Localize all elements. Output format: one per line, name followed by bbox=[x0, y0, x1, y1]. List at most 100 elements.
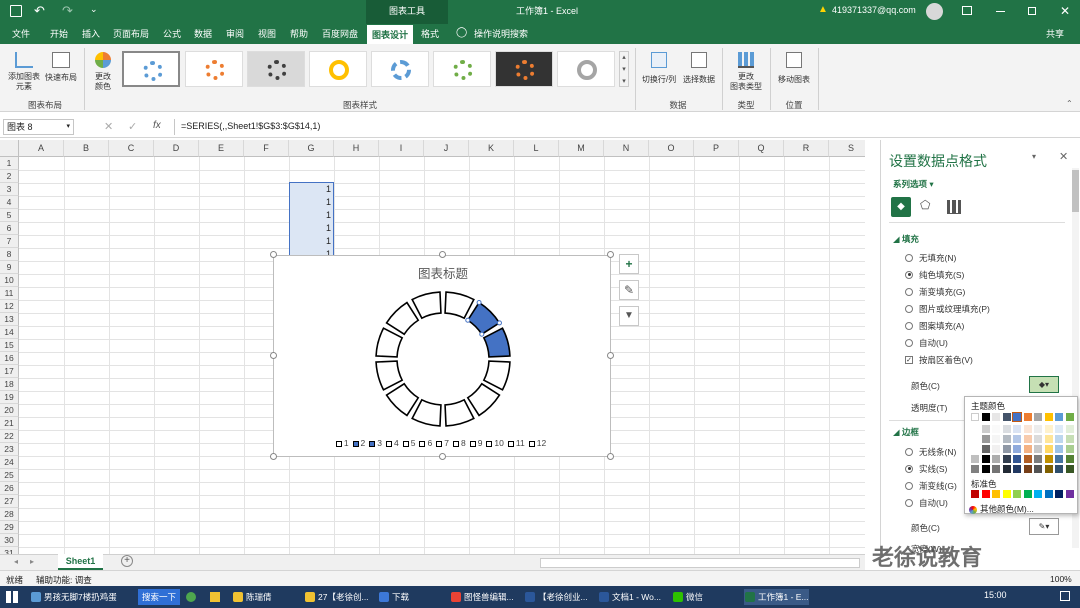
chart-elements-button[interactable]: + bbox=[619, 254, 639, 274]
move-chart-button[interactable]: 移动图表 bbox=[774, 50, 814, 96]
legend-item[interactable]: 1 bbox=[335, 438, 349, 448]
donut-segment-10[interactable] bbox=[375, 327, 404, 358]
standard-color-swatch[interactable] bbox=[992, 490, 1000, 498]
row-header[interactable]: 20 bbox=[0, 404, 19, 417]
theme-color-swatch[interactable] bbox=[1023, 465, 1032, 473]
standard-color-swatch[interactable] bbox=[1034, 490, 1042, 498]
chart-legend[interactable]: 1 2 3 4 5 6 7 8 9 10 11 12 bbox=[274, 438, 612, 448]
theme-color-swatch[interactable] bbox=[981, 465, 990, 473]
cell-g-value[interactable]: 1 bbox=[289, 196, 334, 209]
more-colors-option[interactable]: 其他颜色(M)... bbox=[969, 503, 1034, 515]
row-header[interactable]: 2 bbox=[0, 170, 19, 183]
taskbar-item-5[interactable]: 【老徐创业... bbox=[524, 589, 588, 605]
theme-color-swatch[interactable] bbox=[1055, 465, 1063, 473]
theme-color-swatch[interactable] bbox=[1044, 445, 1053, 453]
standard-color-swatch[interactable] bbox=[1002, 490, 1011, 498]
ribbon-display-icon[interactable] bbox=[962, 6, 972, 15]
theme-color-swatch[interactable] bbox=[1065, 413, 1074, 421]
border-color-button[interactable]: ✎▾ bbox=[1029, 518, 1059, 535]
taskbar-item-6[interactable]: 文档1 - Wo... bbox=[598, 589, 661, 605]
donut-segment-12[interactable] bbox=[411, 291, 442, 320]
row-header[interactable]: 27 bbox=[0, 495, 19, 508]
chart-handle[interactable] bbox=[270, 453, 277, 460]
theme-color-swatch[interactable] bbox=[1055, 435, 1063, 443]
row-header[interactable]: 28 bbox=[0, 508, 19, 521]
row-header[interactable]: 18 bbox=[0, 378, 19, 391]
chart-style-1[interactable] bbox=[122, 51, 180, 87]
point-selection-handle[interactable] bbox=[465, 317, 471, 323]
theme-color-swatch[interactable] bbox=[1013, 435, 1021, 443]
legend-item[interactable]: 5 bbox=[402, 438, 415, 448]
undo-icon[interactable]: ↶ bbox=[34, 3, 45, 19]
series-options-dropdown[interactable]: 系列选项 ▾ bbox=[893, 178, 934, 190]
legend-item[interactable]: 12 bbox=[528, 438, 546, 448]
tab-view[interactable]: 视图 bbox=[258, 27, 276, 40]
column-header[interactable]: C bbox=[109, 140, 154, 157]
legend-item[interactable]: 4 bbox=[386, 438, 399, 448]
row-header[interactable]: 10 bbox=[0, 274, 19, 287]
donut-segment-5[interactable] bbox=[466, 382, 501, 417]
legend-item[interactable]: 11 bbox=[507, 438, 525, 448]
theme-color-swatch[interactable] bbox=[992, 413, 1000, 421]
add-sheet-icon[interactable]: + bbox=[121, 555, 133, 567]
border-section-header[interactable]: ◢ 边框 bbox=[893, 426, 919, 438]
tab-help[interactable]: 帮助 bbox=[290, 27, 308, 40]
series-options-tab-icon[interactable] bbox=[947, 200, 961, 214]
theme-color-swatch[interactable] bbox=[1013, 425, 1021, 433]
column-header[interactable]: N bbox=[604, 140, 649, 157]
standard-color-swatch[interactable] bbox=[981, 490, 990, 498]
row-header[interactable]: 1 bbox=[0, 157, 19, 170]
theme-color-swatch[interactable] bbox=[1023, 435, 1032, 443]
chart-style-2[interactable] bbox=[185, 51, 243, 87]
tab-data[interactable]: 数据 bbox=[194, 27, 212, 40]
no-fill-option[interactable]: 无填充(N) bbox=[905, 252, 956, 264]
redo-icon[interactable]: ↷ bbox=[62, 3, 73, 19]
theme-color-swatch[interactable] bbox=[1055, 455, 1063, 463]
horizontal-scrollbar[interactable] bbox=[540, 558, 860, 568]
theme-color-swatch[interactable] bbox=[1055, 445, 1063, 453]
tab-file[interactable]: 文件 bbox=[12, 27, 30, 40]
fill-line-tab[interactable]: ◆ bbox=[891, 197, 911, 217]
legend-item[interactable]: 7 bbox=[436, 438, 449, 448]
chart-handle[interactable] bbox=[607, 251, 614, 258]
chart-handle[interactable] bbox=[439, 251, 446, 258]
theme-color-swatch[interactable] bbox=[1055, 413, 1063, 421]
theme-color-swatch[interactable] bbox=[971, 435, 979, 443]
donut-segment-4[interactable] bbox=[482, 360, 511, 391]
standard-color-swatch[interactable] bbox=[1055, 490, 1063, 498]
theme-color-swatch[interactable] bbox=[1044, 413, 1053, 421]
theme-color-swatch[interactable] bbox=[1034, 445, 1042, 453]
legend-item[interactable]: 2 bbox=[352, 438, 365, 448]
donut-segment-11[interactable] bbox=[385, 301, 420, 336]
save-icon[interactable] bbox=[10, 5, 22, 17]
theme-color-swatch[interactable] bbox=[1065, 435, 1074, 443]
theme-color-swatch[interactable] bbox=[1023, 445, 1032, 453]
chart-handle[interactable] bbox=[270, 352, 277, 359]
row-header[interactable]: 11 bbox=[0, 287, 19, 300]
styles-scroll[interactable]: ▴ ▾ ▾ bbox=[619, 51, 629, 87]
theme-color-swatch[interactable] bbox=[1002, 413, 1011, 421]
theme-color-swatch[interactable] bbox=[1034, 435, 1042, 443]
tab-format[interactable]: 格式 bbox=[421, 27, 439, 40]
donut-segment-2[interactable] bbox=[466, 301, 501, 336]
theme-color-swatch[interactable] bbox=[992, 435, 1000, 443]
gradient-fill-option[interactable]: 渐变填充(G) bbox=[905, 286, 965, 298]
point-selection-handle[interactable] bbox=[476, 300, 482, 306]
row-header[interactable]: 16 bbox=[0, 352, 19, 365]
theme-color-swatch[interactable] bbox=[971, 425, 979, 433]
name-box[interactable]: 图表 8 ▾ bbox=[3, 119, 74, 135]
tab-baidu-netdisk[interactable]: 百度网盘 bbox=[322, 27, 358, 40]
fill-color-button[interactable]: ◆▾ bbox=[1029, 376, 1059, 393]
column-header[interactable]: P bbox=[694, 140, 739, 157]
theme-color-swatch[interactable] bbox=[1065, 445, 1074, 453]
row-header[interactable]: 9 bbox=[0, 261, 19, 274]
qat-customize-icon[interactable]: ⌄ bbox=[90, 4, 98, 15]
next-sheet-icon[interactable]: ▸ bbox=[30, 557, 34, 566]
chart-handle[interactable] bbox=[607, 352, 614, 359]
taskbar-clock[interactable]: 15:00 bbox=[984, 590, 1007, 600]
minimize-icon[interactable] bbox=[996, 11, 1005, 12]
vary-colors-checkbox[interactable]: ✓ 按扇区着色(V) bbox=[905, 354, 973, 366]
donut-segment-1[interactable] bbox=[444, 291, 475, 320]
column-header[interactable]: D bbox=[154, 140, 199, 157]
row-header[interactable]: 8 bbox=[0, 248, 19, 261]
